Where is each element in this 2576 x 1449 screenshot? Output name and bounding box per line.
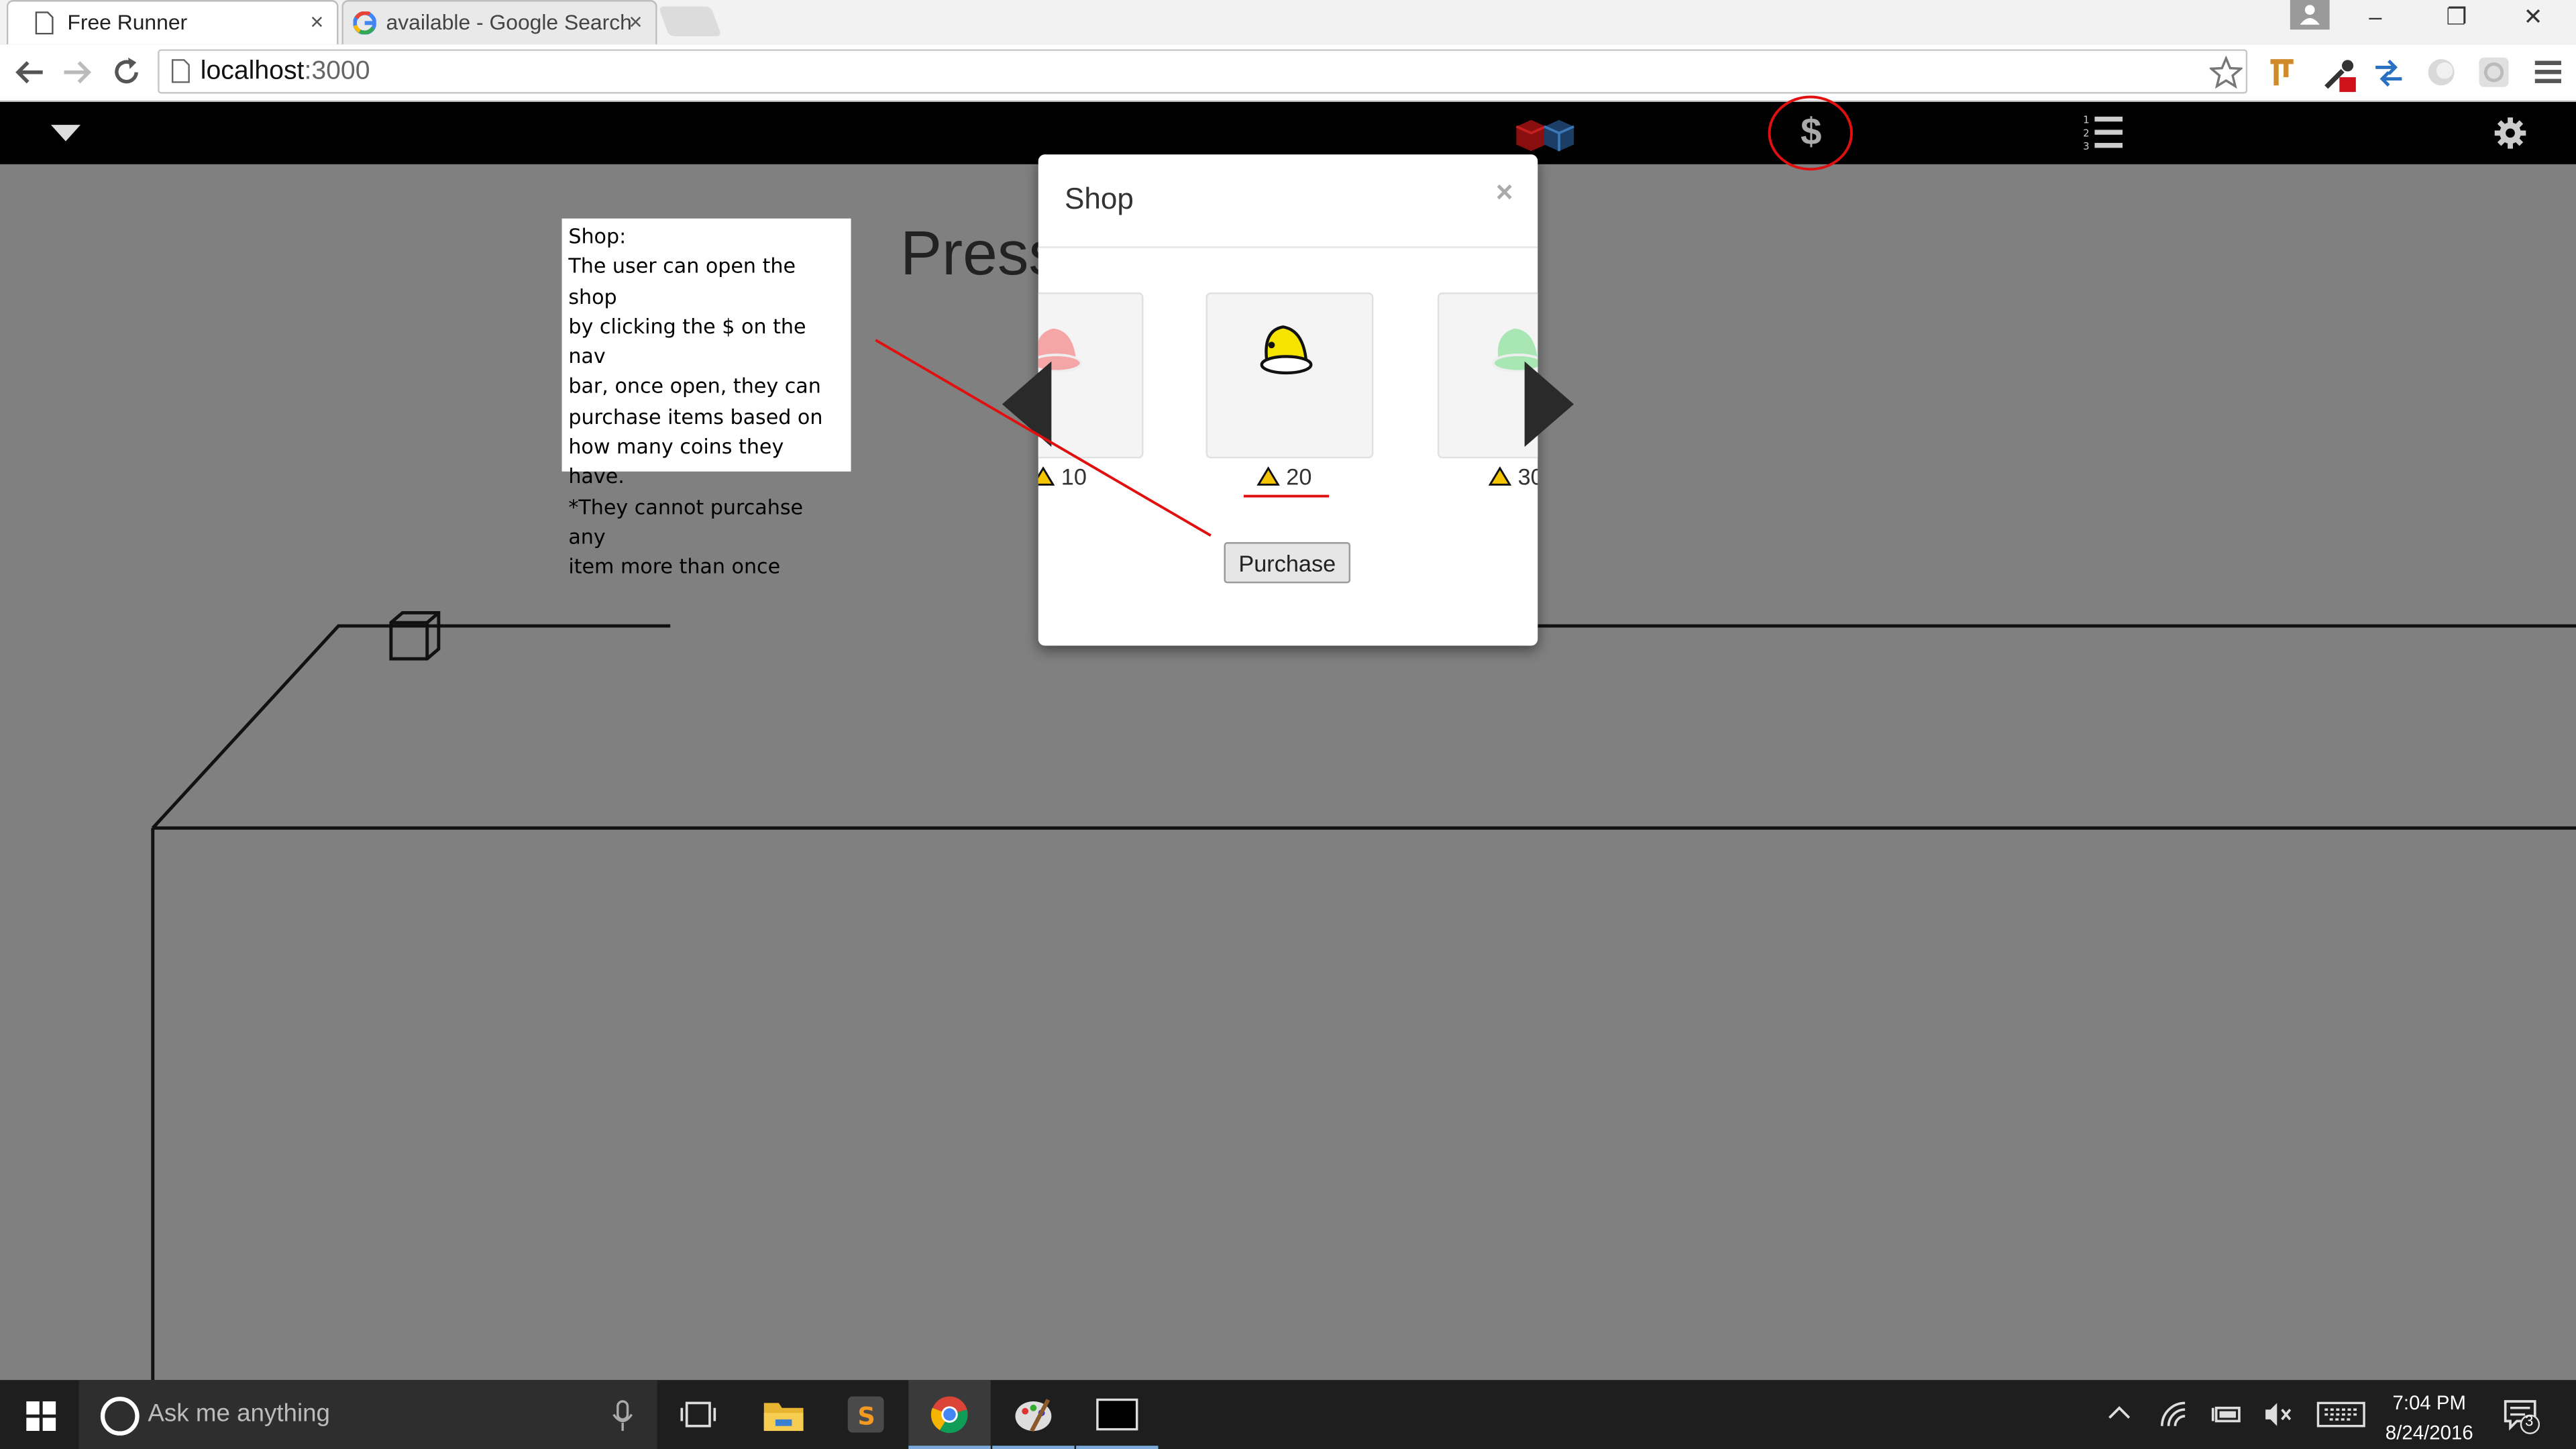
clock-time: 7:04 PM <box>2392 1391 2467 1415</box>
chrome-icon <box>930 1396 968 1434</box>
chevron-up-icon[interactable] <box>2106 1405 2133 1421</box>
search-placeholder: Ask me anything <box>148 1399 330 1428</box>
clock-date: 8/24/2016 <box>2385 1421 2473 1444</box>
svg-text:S: S <box>857 1401 875 1430</box>
annotation-overlay <box>875 95 1853 537</box>
cortana-circle-icon <box>100 1397 140 1436</box>
keyboard-icon[interactable] <box>2316 1401 2365 1428</box>
sublime-text-icon[interactable]: S <box>846 1395 885 1434</box>
cortana-search-box[interactable]: Ask me anything <box>78 1380 657 1449</box>
terminal-taskbar-button[interactable] <box>1076 1380 1159 1449</box>
file-explorer-icon[interactable] <box>762 1397 805 1433</box>
volume-muted-icon[interactable] <box>2264 1401 2294 1428</box>
microphone-icon[interactable] <box>611 1400 634 1433</box>
notification-count: 3 <box>2525 1413 2534 1430</box>
annotation-arrow-line <box>875 339 1212 537</box>
annotation-circle <box>1768 95 1853 171</box>
battery-icon[interactable] <box>2211 1403 2244 1426</box>
paint-taskbar-button[interactable] <box>992 1380 1075 1449</box>
windows-taskbar: Ask me anything S 7:04 PM 8/24/2016 3 <box>0 1380 2576 1449</box>
system-clock[interactable]: 7:04 PM 8/24/2016 <box>2385 1388 2473 1447</box>
screen: Free Runner × available - Google Search … <box>0 0 2576 1449</box>
task-view-icon[interactable] <box>680 1400 716 1430</box>
chrome-taskbar-button[interactable] <box>908 1380 991 1449</box>
action-center-icon[interactable] <box>2504 1398 2540 1434</box>
paint-palette-icon <box>1015 1399 1052 1432</box>
windows-start-icon[interactable] <box>26 1401 56 1432</box>
terminal-icon <box>1096 1398 1138 1431</box>
wifi-icon[interactable] <box>2159 1400 2192 1430</box>
